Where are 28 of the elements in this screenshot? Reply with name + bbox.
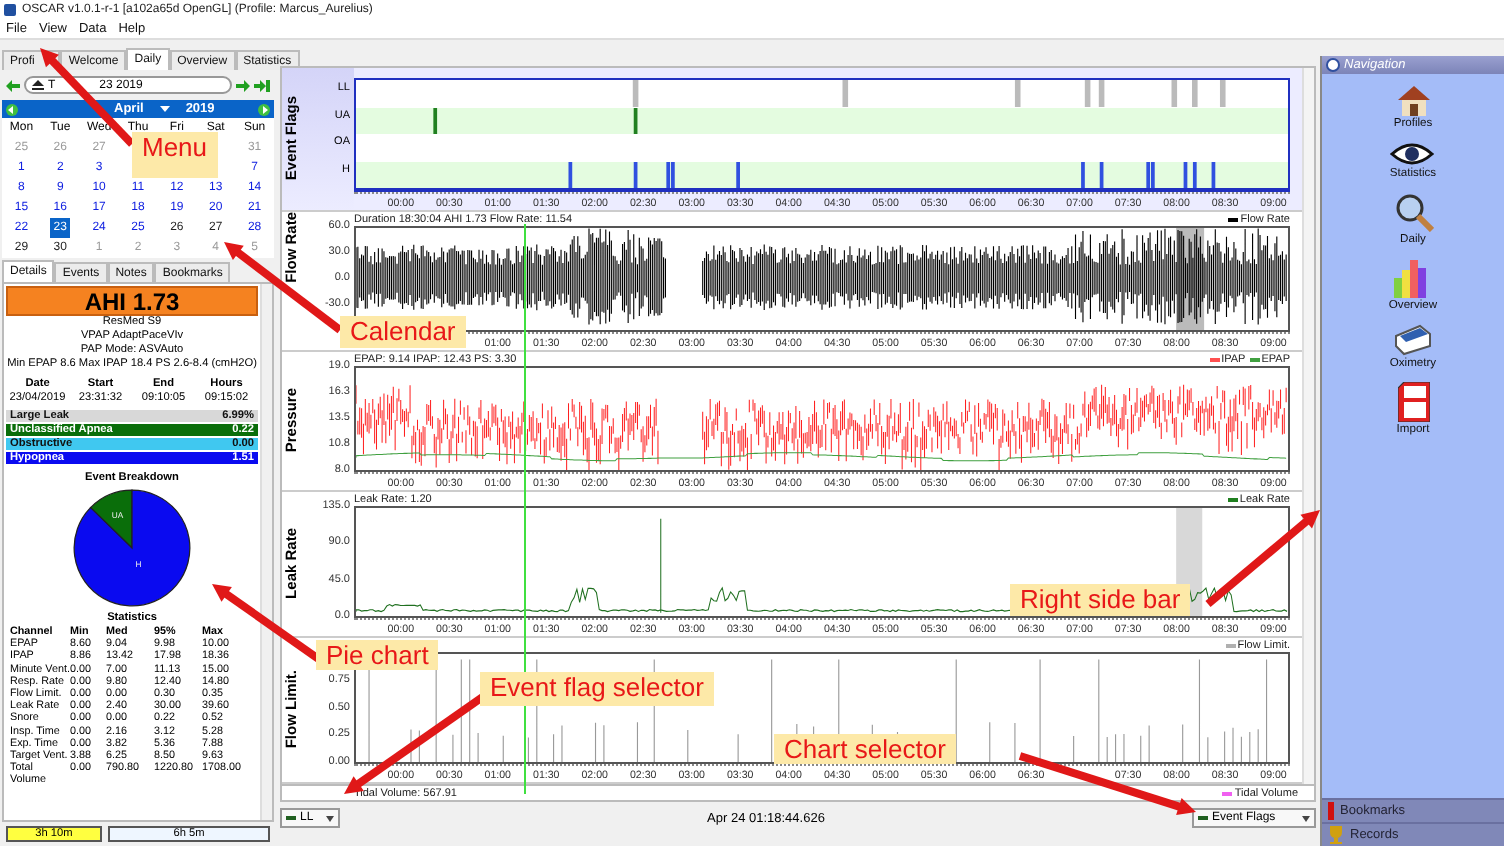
callout-arrow [1205, 510, 1320, 608]
dropdown-icon[interactable] [159, 106, 170, 112]
last-day-icon[interactable] [254, 79, 270, 91]
next-month-icon[interactable] [258, 103, 270, 115]
eject-icon [32, 80, 44, 90]
forward-arrow-icon[interactable] [236, 79, 250, 91]
caret-icon [326, 815, 334, 821]
caret-icon [1301, 815, 1310, 821]
callout-label: Chart selector [774, 734, 956, 764]
house-icon [1395, 84, 1431, 116]
oximeter-icon [1392, 324, 1433, 356]
callout-label: Calendar [340, 316, 466, 348]
callout-label: Right side bar [1010, 584, 1191, 616]
magnifier-icon [1393, 192, 1433, 232]
app-icon [4, 3, 16, 15]
eye-icon [1390, 142, 1435, 166]
ahi-banner: AHI 1.73 [6, 286, 258, 316]
callout-label: Pie chart [316, 640, 439, 670]
trophy-icon [1328, 826, 1344, 844]
scrollbar[interactable] [1302, 68, 1314, 784]
previous-month-icon[interactable] [6, 103, 18, 115]
callout-label: Event flag selector [480, 672, 714, 706]
callout-label: Menu [132, 132, 218, 178]
sd-card-icon [1397, 382, 1429, 422]
navigation-icon [1326, 58, 1340, 72]
back-arrow-icon[interactable] [6, 79, 20, 91]
bookmark-icon [1328, 802, 1334, 820]
scrollbar[interactable] [260, 284, 272, 820]
